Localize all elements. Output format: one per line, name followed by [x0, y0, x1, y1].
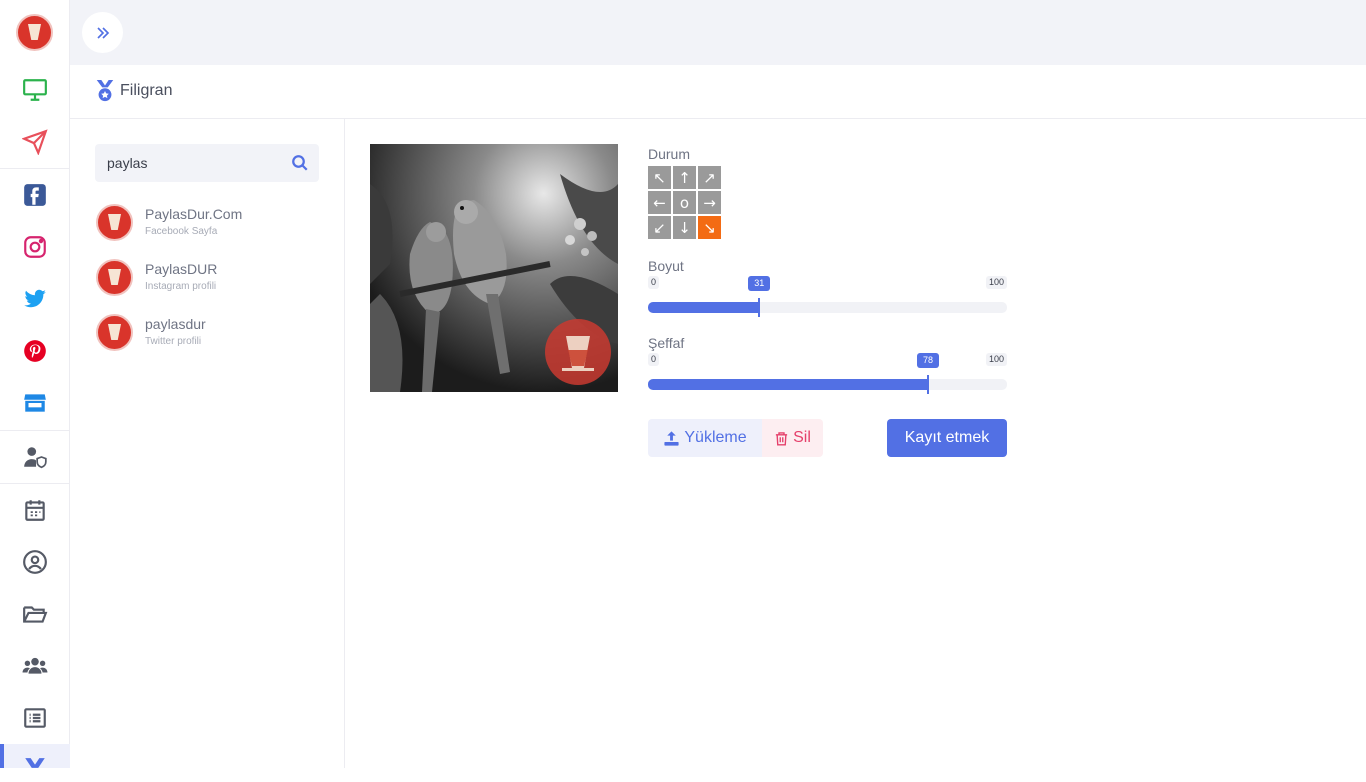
list-icon[interactable]	[0, 692, 70, 744]
user-circle-icon[interactable]	[0, 536, 70, 588]
opacity-fill	[648, 379, 929, 390]
twitter-icon[interactable]	[0, 273, 70, 325]
size-track[interactable]	[648, 302, 1007, 313]
opacity-handle[interactable]	[927, 375, 930, 394]
size-label: Boyut	[648, 258, 684, 274]
users-icon[interactable]	[0, 640, 70, 692]
app-logo[interactable]	[16, 14, 53, 51]
opacity-value: 78	[917, 353, 940, 368]
upload-button[interactable]: Yükleme	[648, 419, 762, 457]
opacity-track[interactable]	[648, 379, 1007, 390]
save-button[interactable]: Kayıt etmek	[887, 419, 1007, 457]
watermark-icon[interactable]	[0, 744, 70, 768]
search-box	[95, 144, 319, 182]
trash-icon	[775, 431, 788, 445]
sidebar	[0, 0, 70, 768]
user-shield-icon[interactable]	[0, 431, 70, 483]
account-panel: PaylasDur.Com Facebook Sayfa PaylasDUR I…	[70, 119, 345, 768]
delete-button[interactable]: Sil	[762, 419, 823, 457]
upload-icon	[664, 430, 679, 446]
size-value: 31	[748, 276, 771, 291]
avatar	[96, 204, 133, 241]
size-max: 100	[985, 276, 1007, 289]
pinterest-icon[interactable]	[0, 325, 70, 377]
position-grid: ↖ ↑ ↗ ← o → ↙ ↓ ↘	[648, 166, 722, 240]
facebook-icon[interactable]	[0, 169, 70, 221]
position-bottom-left[interactable]: ↙	[648, 216, 671, 239]
opacity-min: 0	[648, 353, 660, 366]
delete-label: Sil	[793, 429, 811, 446]
top-bar	[70, 0, 1366, 65]
position-bottom-right[interactable]: ↘	[698, 216, 721, 239]
page-header: Filigran	[70, 65, 1366, 119]
account-item[interactable]: PaylasDUR Instagram profili	[95, 259, 315, 299]
account-type: Instagram profili	[145, 281, 217, 292]
account-name: PaylasDUR	[145, 261, 218, 277]
account-name: PaylasDur.Com	[145, 206, 243, 222]
medal-icon	[96, 80, 114, 102]
paper-plane-icon[interactable]	[0, 116, 70, 168]
position-bottom-center[interactable]: ↓	[673, 216, 696, 239]
calendar-icon[interactable]	[0, 484, 70, 536]
position-top-left[interactable]: ↖	[648, 166, 671, 189]
avatar	[96, 259, 133, 296]
position-top-center[interactable]: ↑	[673, 166, 696, 189]
opacity-label: Şeffaf	[648, 335, 685, 351]
watermark-preview-image	[370, 144, 618, 392]
account-name: paylasdur	[145, 316, 206, 332]
account-type: Facebook Sayfa	[145, 226, 218, 237]
opacity-max: 100	[985, 353, 1007, 366]
size-handle[interactable]	[758, 298, 761, 317]
size-min: 0	[648, 276, 660, 289]
instagram-icon[interactable]	[0, 221, 70, 273]
upload-label: Yükleme	[684, 429, 747, 446]
avatar	[96, 314, 133, 351]
position-label: Durum	[648, 146, 691, 162]
folder-open-icon[interactable]	[0, 588, 70, 640]
size-fill	[648, 302, 760, 313]
account-type: Twitter profili	[145, 336, 202, 347]
page-title: Filigran	[120, 82, 173, 99]
search-input[interactable]	[107, 144, 287, 182]
account-item[interactable]: PaylasDur.Com Facebook Sayfa	[95, 204, 315, 244]
position-middle-left[interactable]: ←	[648, 191, 671, 214]
store-icon[interactable]	[0, 377, 70, 429]
position-top-right[interactable]: ↗	[698, 166, 721, 189]
monitor-icon[interactable]	[0, 64, 70, 116]
search-icon[interactable]	[291, 154, 309, 172]
expand-sidebar-button[interactable]	[82, 12, 123, 53]
position-center[interactable]: o	[673, 191, 696, 214]
account-item[interactable]: paylasdur Twitter profili	[95, 314, 315, 354]
position-middle-right[interactable]: →	[698, 191, 721, 214]
